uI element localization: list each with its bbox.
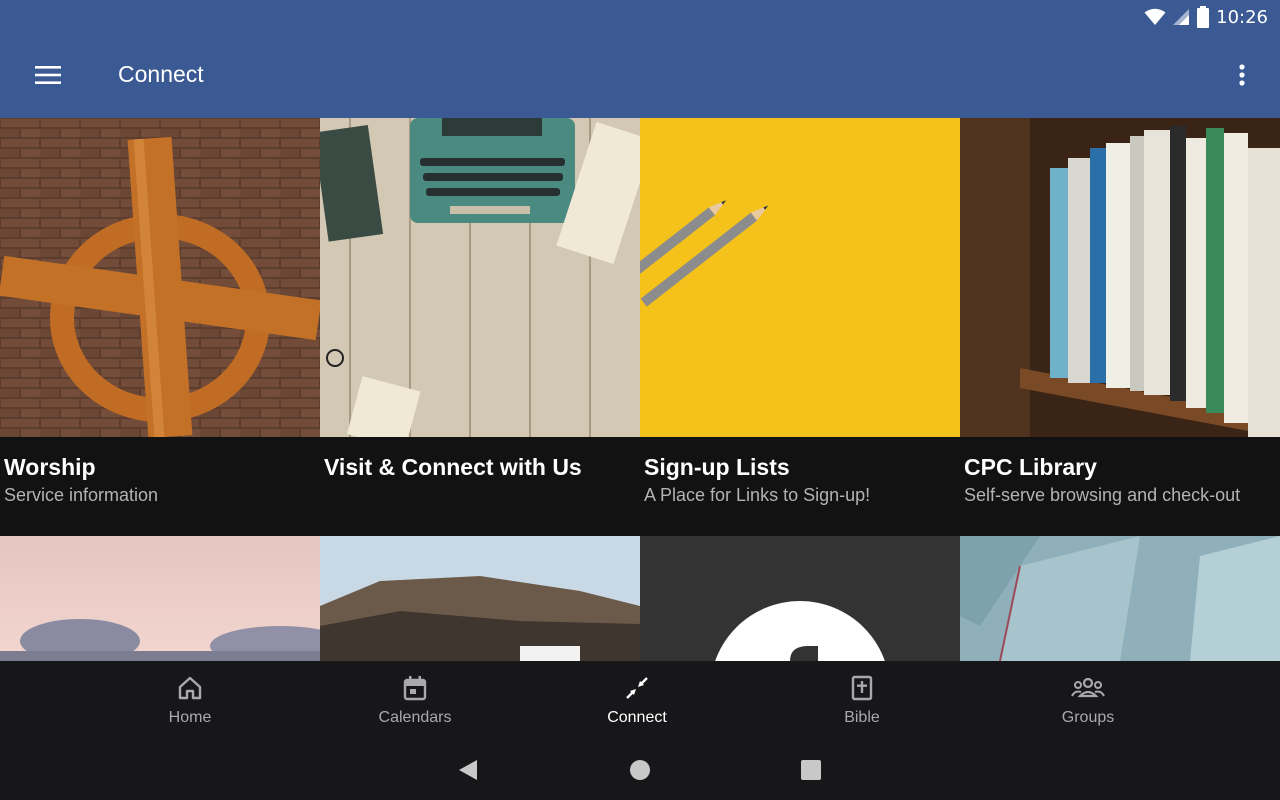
calendar-icon bbox=[403, 676, 427, 701]
tile-caption: Sign-up Lists A Place for Links to Sign-… bbox=[640, 437, 960, 536]
tile-succulent[interactable] bbox=[960, 536, 1280, 661]
nav-label: Bible bbox=[844, 709, 880, 726]
groups-icon bbox=[1071, 677, 1105, 698]
connect-grid: Worship Service information Visit & Conn… bbox=[0, 118, 1280, 661]
home-icon bbox=[178, 676, 202, 700]
tile-caption: Visit & Connect with Us bbox=[320, 437, 640, 536]
worship-image bbox=[0, 118, 320, 437]
status-bar: 10:26 bbox=[0, 0, 1280, 33]
system-home-button[interactable] bbox=[625, 755, 655, 785]
signal-icon bbox=[1173, 9, 1190, 25]
status-icons: 10:26 bbox=[1144, 6, 1268, 28]
home-circle-icon bbox=[630, 760, 650, 780]
tile-title: Visit & Connect with Us bbox=[324, 454, 582, 480]
menu-button[interactable] bbox=[22, 53, 74, 97]
nav-item-connect[interactable]: Connect bbox=[562, 661, 712, 741]
bible-icon bbox=[851, 675, 873, 701]
system-back-button[interactable] bbox=[453, 755, 483, 785]
tile-title: CPC Library bbox=[964, 454, 1097, 480]
wifi-icon bbox=[1144, 8, 1166, 25]
nav-label: Calendars bbox=[378, 709, 452, 726]
more-vert-icon bbox=[1239, 64, 1245, 86]
tile-cpc-library[interactable]: CPC Library Self-serve browsing and chec… bbox=[960, 118, 1280, 536]
hamburger-menu-icon bbox=[35, 66, 61, 84]
visit-connect-image bbox=[320, 118, 640, 437]
tile-caption: CPC Library Self-serve browsing and chec… bbox=[960, 437, 1280, 536]
tile-worship[interactable]: Worship Service information bbox=[0, 118, 320, 536]
back-icon bbox=[459, 760, 477, 780]
nav-item-home[interactable]: Home bbox=[115, 661, 265, 741]
recents-square-icon bbox=[801, 760, 821, 780]
status-time: 10:26 bbox=[1216, 6, 1268, 28]
tile-cliff[interactable] bbox=[320, 536, 640, 661]
tile-signup-lists[interactable]: Sign-up Lists A Place for Links to Sign-… bbox=[640, 118, 960, 536]
battery-icon bbox=[1197, 6, 1210, 28]
page-title: Connect bbox=[118, 61, 204, 87]
cliff-image bbox=[320, 536, 640, 661]
nav-label: Home bbox=[168, 709, 212, 726]
system-recents-button[interactable] bbox=[796, 755, 826, 785]
nav-item-bible[interactable]: Bible bbox=[787, 661, 937, 741]
arrows-inward-icon bbox=[626, 677, 648, 699]
system-navigation bbox=[0, 741, 1280, 800]
tile-logo[interactable] bbox=[640, 536, 960, 661]
succulent-image bbox=[960, 536, 1280, 661]
overflow-menu-button[interactable] bbox=[1222, 53, 1262, 97]
tile-subtitle: Self-serve browsing and check-out bbox=[964, 485, 1241, 505]
circle-logo-image bbox=[640, 536, 960, 661]
nav-label: Connect bbox=[607, 709, 667, 726]
tile-visit-connect[interactable]: Visit & Connect with Us bbox=[320, 118, 640, 536]
nav-label: Groups bbox=[1061, 709, 1115, 726]
cpc-library-image bbox=[960, 118, 1280, 437]
signup-lists-image bbox=[640, 118, 960, 437]
bottom-navigation: Home Calendars Connect Bible Groups bbox=[0, 661, 1280, 741]
tile-title: Sign-up Lists bbox=[644, 454, 790, 480]
tile-sky[interactable] bbox=[0, 536, 320, 661]
nav-item-calendars[interactable]: Calendars bbox=[340, 661, 490, 741]
tile-caption: Worship Service information bbox=[0, 437, 320, 536]
tile-subtitle: Service information bbox=[4, 485, 159, 505]
tile-title: Worship bbox=[4, 454, 96, 480]
nav-item-groups[interactable]: Groups bbox=[1013, 661, 1163, 741]
app-bar: Connect bbox=[0, 33, 1280, 118]
sky-image bbox=[0, 536, 320, 661]
tile-subtitle: A Place for Links to Sign-up! bbox=[644, 485, 871, 505]
